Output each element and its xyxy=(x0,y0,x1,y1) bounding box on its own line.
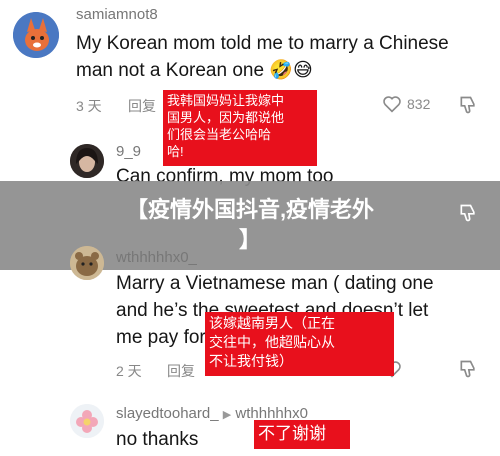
comment-text: My Korean mom told me to marry a Chinese xyxy=(76,33,449,54)
comment-time: 3 天 xyxy=(76,98,102,114)
dislike-button[interactable] xyxy=(458,95,478,120)
like-count: 832 xyxy=(407,96,431,112)
avatar[interactable] xyxy=(70,144,104,178)
comment-text: Marry a Vietnamese man ( dating one xyxy=(116,273,434,294)
thumbs-down-icon xyxy=(460,96,475,114)
reply-button[interactable]: 回复 xyxy=(167,361,195,381)
thumbs-down-icon xyxy=(460,204,475,222)
heart-icon xyxy=(383,96,401,113)
translation-note: 不了谢谢 xyxy=(254,420,350,449)
reply-username[interactable]: slayedtoohard_ xyxy=(116,405,219,422)
avatar[interactable] xyxy=(13,12,59,58)
avatar[interactable] xyxy=(70,246,104,280)
flower-avatar-icon xyxy=(70,404,104,438)
animal-avatar-icon xyxy=(70,246,104,280)
avatar[interactable] xyxy=(70,404,104,438)
reply-arrow-icon: ▶ xyxy=(222,409,232,421)
comment-text: man not a Korean one 🤣😅 xyxy=(76,60,313,81)
translation-note: 我韩国妈妈让我嫁中 国男人，因为都说他 们很会当老公哈哈 哈! xyxy=(163,90,317,166)
comment-text: me pay for xyxy=(116,327,206,348)
translation-note: 该嫁越南男人（正在 交往中，他超贴心从 不让我付钱） xyxy=(205,312,394,376)
comment-username[interactable]: wthhhhhx0_ xyxy=(116,249,197,266)
fox-avatar-icon xyxy=(13,12,59,58)
like-button[interactable]: 832 xyxy=(382,95,430,113)
dislike-button[interactable] xyxy=(458,203,478,228)
reply-button[interactable]: 回复 xyxy=(128,96,156,116)
comment-time: 2 天 xyxy=(116,363,142,379)
thumbs-down-icon xyxy=(460,360,475,378)
comment-username[interactable]: 9_9 xyxy=(116,143,141,160)
comment-username[interactable]: samiamnot8 xyxy=(76,6,158,23)
banner-title-line1: 【疫情外国抖音,疫情老外 xyxy=(125,197,375,222)
comment-text: no thanks xyxy=(116,429,199,450)
person-avatar-icon xyxy=(70,144,104,178)
dislike-button[interactable] xyxy=(458,359,478,384)
